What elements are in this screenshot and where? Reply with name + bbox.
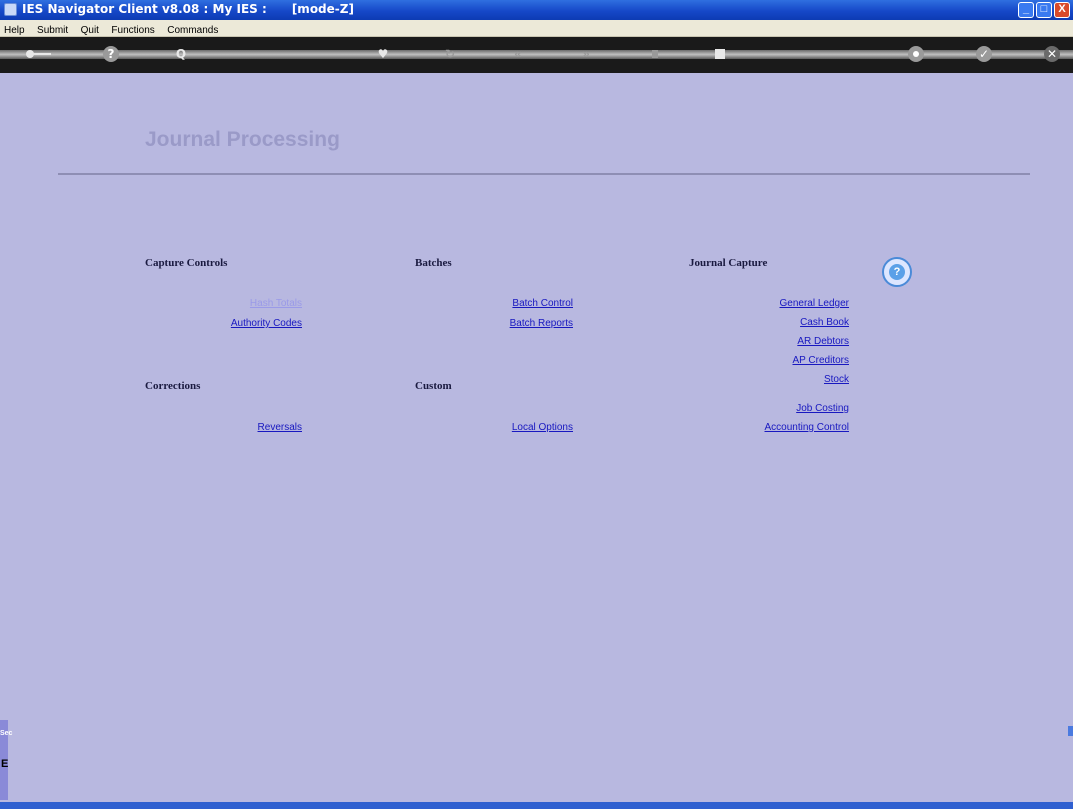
- link-reversals[interactable]: Reversals: [258, 422, 302, 433]
- menu-submit[interactable]: Submit: [33, 23, 72, 36]
- section-custom: Custom: [415, 380, 452, 392]
- link-batch-reports[interactable]: Batch Reports: [510, 318, 573, 329]
- window-titlebar: IES Navigator Client v8.08 : My IES : [m…: [0, 0, 1073, 20]
- side-panel-tab[interactable]: Sec E: [0, 720, 12, 800]
- link-ar-debtors[interactable]: AR Debtors: [797, 336, 849, 347]
- close-window-button[interactable]: X: [1054, 2, 1070, 18]
- forward-icon[interactable]: »: [578, 46, 594, 62]
- app-icon: [4, 3, 17, 16]
- back-icon[interactable]: «: [510, 46, 526, 62]
- menu-quit[interactable]: Quit: [77, 23, 103, 36]
- side-panel-value: E: [1, 758, 9, 770]
- link-batch-control[interactable]: Batch Control: [512, 298, 573, 309]
- stop-icon[interactable]: [712, 46, 728, 62]
- key-icon[interactable]: [24, 46, 54, 62]
- up-icon[interactable]: [647, 46, 663, 62]
- section-journal-capture: Journal Capture: [689, 257, 768, 269]
- link-job-costing[interactable]: Job Costing: [796, 403, 849, 414]
- side-panel-label: Sec: [0, 730, 13, 737]
- menubar: Help Submit Quit Functions Commands: [0, 20, 1073, 37]
- window-title: IES Navigator Client v8.08 : My IES : [m…: [22, 2, 354, 16]
- link-accounting-control[interactable]: Accounting Control: [765, 422, 850, 433]
- search-icon[interactable]: Q: [173, 46, 189, 62]
- help-icon[interactable]: ?: [103, 46, 119, 62]
- link-local-options[interactable]: Local Options: [512, 422, 573, 433]
- toolbar: ? Q ♥ ↻ « » ✓ ✕: [0, 37, 1073, 73]
- page-title: Journal Processing: [145, 128, 340, 151]
- link-general-ledger[interactable]: General Ledger: [780, 298, 850, 309]
- section-corrections: Corrections: [145, 380, 201, 392]
- link-ap-creditors[interactable]: AP Creditors: [792, 355, 849, 366]
- section-capture-controls: Capture Controls: [145, 257, 228, 269]
- bottom-status-bar: [0, 802, 1073, 809]
- title-divider: [58, 173, 1030, 175]
- help-glyph: ?: [889, 264, 905, 280]
- link-hash-totals[interactable]: Hash Totals: [250, 298, 302, 309]
- menu-functions[interactable]: Functions: [107, 23, 158, 36]
- gear-icon[interactable]: [908, 46, 924, 62]
- refresh-icon[interactable]: ↻: [442, 46, 458, 62]
- link-authority-codes[interactable]: Authority Codes: [231, 318, 302, 329]
- maximize-button[interactable]: □: [1036, 2, 1052, 18]
- minimize-button[interactable]: _: [1018, 2, 1034, 18]
- section-batches: Batches: [415, 257, 452, 269]
- heart-icon[interactable]: ♥: [375, 46, 391, 62]
- help-icon[interactable]: ?: [882, 257, 912, 287]
- right-edge-tab[interactable]: [1068, 726, 1073, 736]
- menu-help[interactable]: Help: [0, 23, 29, 36]
- check-icon[interactable]: ✓: [976, 46, 992, 62]
- menu-commands[interactable]: Commands: [163, 23, 222, 36]
- close-icon[interactable]: ✕: [1044, 46, 1060, 62]
- link-cash-book[interactable]: Cash Book: [800, 317, 849, 328]
- link-stock[interactable]: Stock: [824, 374, 849, 385]
